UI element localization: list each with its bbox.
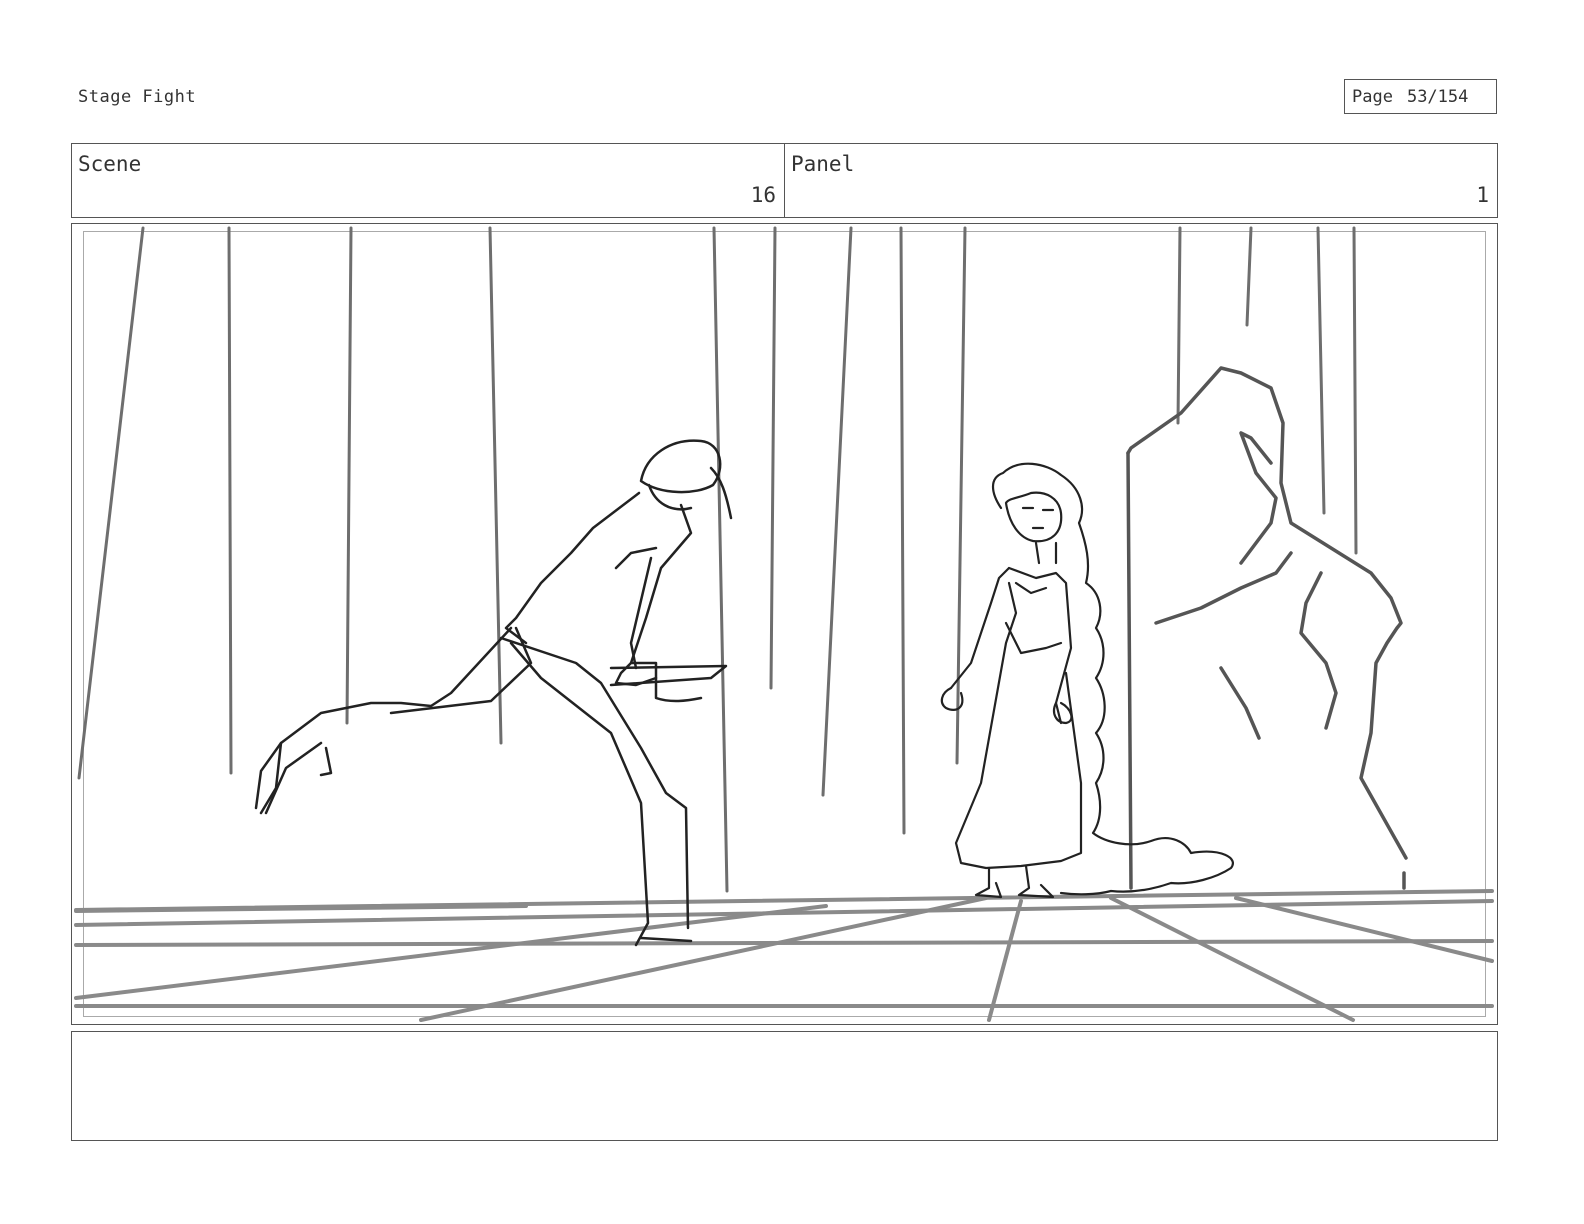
stage-floor-grid xyxy=(74,889,1494,1022)
panel-notes-box xyxy=(71,1031,1498,1141)
project-title: Stage Fight xyxy=(78,87,197,107)
page-indicator: Page 53/154 xyxy=(1344,79,1497,114)
girl-figure xyxy=(940,462,1234,899)
scene-cell: Scene 16 xyxy=(72,144,784,217)
page-number: 53/154 xyxy=(1406,86,1469,107)
scene-panel-header: Scene 16 Panel 1 xyxy=(71,143,1498,218)
page-label: Page xyxy=(1352,86,1393,107)
storyboard-drawing xyxy=(74,226,1494,1022)
scene-label: Scene xyxy=(78,152,142,176)
scene-number: 16 xyxy=(750,183,776,207)
panel-number: 1 xyxy=(1476,183,1489,207)
curtain-lines xyxy=(77,226,1358,893)
rock-prop xyxy=(1126,366,1408,890)
running-man-figure xyxy=(254,439,733,947)
panel-cell: Panel 1 xyxy=(784,144,1497,217)
panel-label: Panel xyxy=(791,152,855,176)
